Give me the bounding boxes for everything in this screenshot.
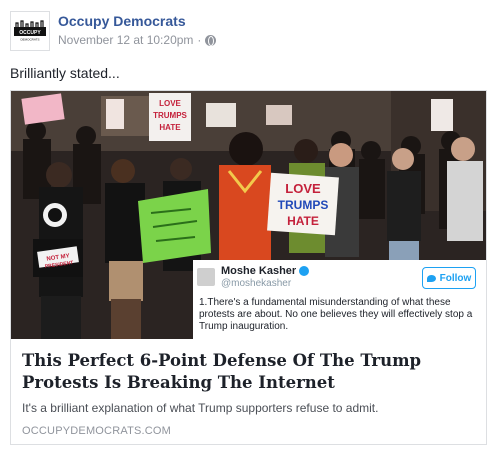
svg-text:LOVE: LOVE [159, 99, 181, 108]
twitter-bird-icon [426, 274, 436, 282]
page-name-link[interactable]: Occupy Democrats [58, 13, 186, 29]
protest-photo[interactable]: LOVE TRUMPS HATE LOVE TRUMPS HATE NOT MY… [11, 91, 486, 339]
post-header: OCCUPY DEMOCRATS Occupy Democrats Novemb… [10, 11, 488, 53]
link-description: It's a brilliant explanation of what Tru… [22, 401, 379, 415]
svg-text:TRUMPS: TRUMPS [153, 111, 187, 120]
link-preview-card[interactable]: LOVE TRUMPS HATE LOVE TRUMPS HATE NOT MY… [10, 90, 487, 445]
post-text: Brilliantly stated... [10, 65, 120, 81]
tweet-text: 1.There's a fundamental misunderstanding… [199, 297, 473, 332]
svg-text:TRUMPS: TRUMPS [278, 198, 329, 212]
page-avatar[interactable]: OCCUPY DEMOCRATS [10, 11, 50, 51]
post-timestamp[interactable]: November 12 at 10:20pm [58, 33, 193, 47]
avatar-text: OCCUPY [19, 30, 41, 36]
follow-label: Follow [439, 272, 472, 284]
svg-text:HATE: HATE [287, 214, 319, 228]
sign-right-line: LOVE [285, 181, 321, 196]
link-card-body[interactable]: This Perfect 6-Point Defense Of The Trum… [22, 350, 476, 437]
avatar-subtext: DEMOCRATS [21, 38, 40, 42]
tweet-handle: @moshekasher [221, 278, 292, 289]
svg-text:HATE: HATE [159, 123, 181, 132]
link-title[interactable]: This Perfect 6-Point Defense Of The Trum… [22, 350, 476, 394]
globe-icon[interactable] [205, 34, 217, 46]
tweet-author: Moshe Kasher [221, 265, 310, 277]
follow-button: Follow [422, 267, 476, 289]
verified-badge-icon [299, 266, 310, 276]
meta-separator: · [197, 33, 202, 47]
tweet-avatar [197, 268, 215, 286]
link-domain: OCCUPYDEMOCRATS.COM [22, 425, 172, 437]
occupy-democrats-logo-icon: OCCUPY DEMOCRATS [14, 20, 46, 42]
post-meta: November 12 at 10:20pm · [58, 33, 217, 47]
embedded-tweet[interactable]: Moshe Kasher @moshekasher Follow 1.There… [193, 260, 486, 339]
tweet-author-name: Moshe Kasher [221, 265, 297, 277]
